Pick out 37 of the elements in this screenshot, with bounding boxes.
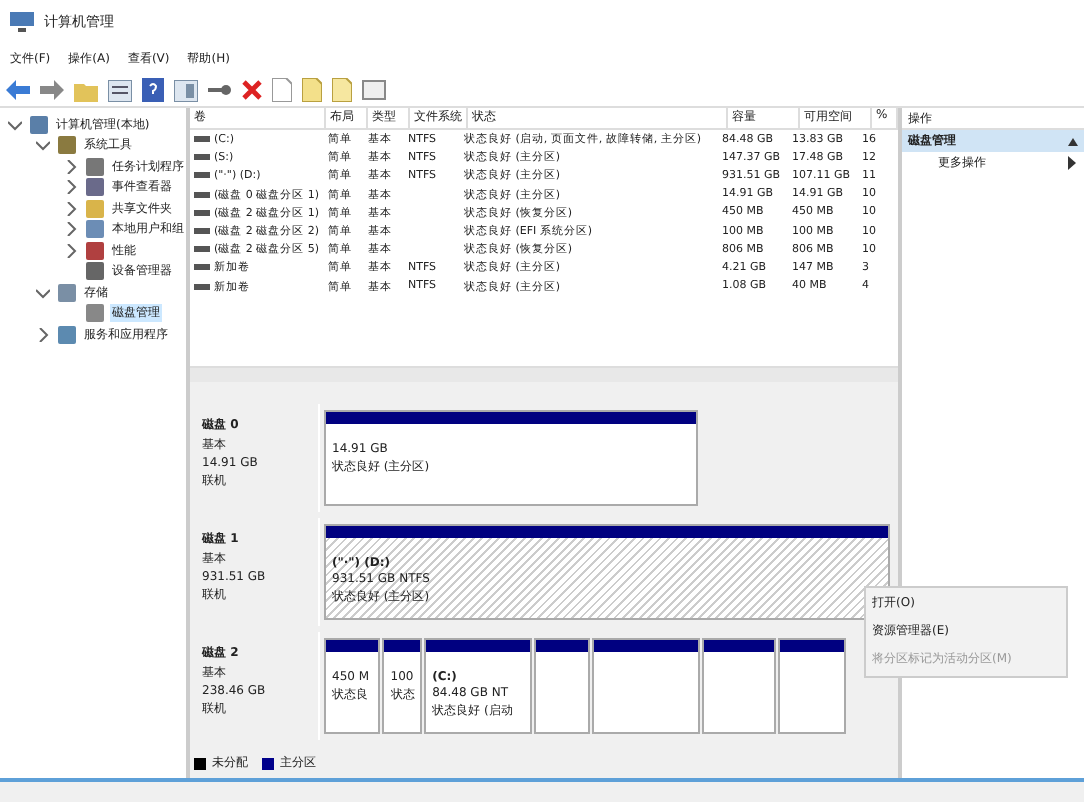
tree-node-icon (56, 134, 78, 157)
tree-node-icon (56, 323, 78, 346)
expander-icon[interactable] (64, 159, 78, 174)
list-icon[interactable] (108, 79, 132, 101)
collapse-icon[interactable] (1068, 137, 1078, 145)
expander-icon[interactable] (8, 117, 22, 132)
panel-icon[interactable] (174, 79, 198, 101)
tree-node-icon (84, 176, 106, 199)
tree-node-icon (56, 281, 78, 304)
partition-block[interactable] (777, 638, 846, 734)
partition-block[interactable] (533, 638, 591, 734)
document-icon[interactable] (272, 78, 292, 102)
expander-icon[interactable] (64, 201, 78, 216)
tree-node-icon (84, 197, 106, 220)
tree-node-icon (28, 113, 50, 136)
window-icon[interactable] (362, 80, 386, 100)
tree-node-icon (84, 260, 106, 283)
submenu-arrow-icon (1068, 156, 1076, 170)
tree-node-icon (84, 239, 106, 262)
key-icon[interactable] (208, 82, 232, 98)
help-icon[interactable] (142, 78, 164, 102)
delete-icon[interactable] (242, 80, 262, 100)
expander-icon[interactable] (36, 327, 50, 342)
expander-icon[interactable] (36, 285, 50, 300)
tree-node-icon (84, 155, 106, 178)
expander-icon[interactable] (36, 138, 50, 153)
computer-icon (8, 10, 36, 34)
scrollbar[interactable] (190, 366, 898, 382)
expander-icon[interactable] (64, 222, 78, 237)
expander-icon[interactable] (64, 243, 78, 258)
partition-block[interactable] (701, 638, 776, 734)
tree-node-icon (84, 218, 106, 241)
expander-icon[interactable] (64, 180, 78, 195)
forward-icon[interactable] (40, 80, 64, 100)
back-icon[interactable] (6, 80, 30, 100)
tree-node-icon (84, 302, 106, 325)
partition-block[interactable] (592, 638, 700, 734)
